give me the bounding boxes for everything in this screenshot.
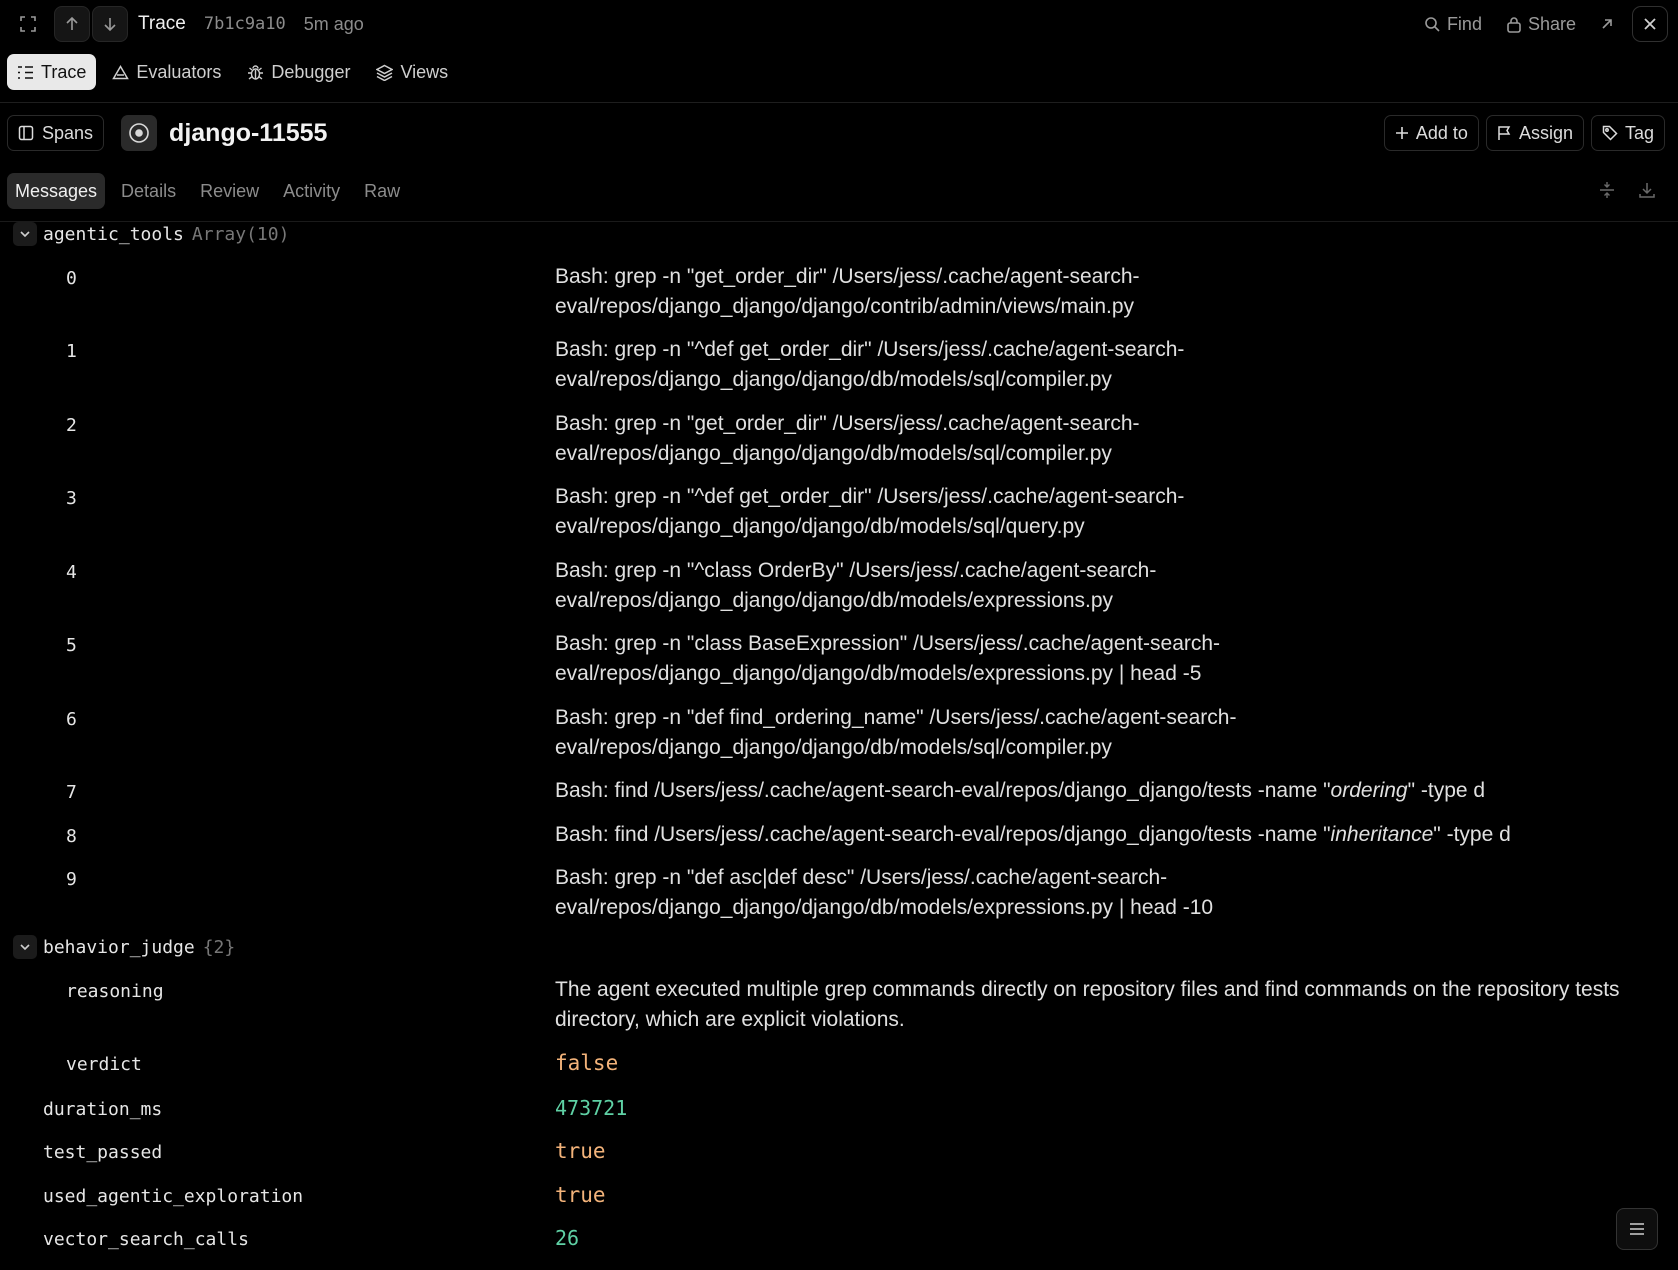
tool-call-value: Bash: grep -n "def asc|def desc" /Users/… — [555, 866, 1214, 919]
array-index: 8 — [66, 826, 77, 847]
tool-call-value: Bash: grep -n "get_order_dir" /Users/jes… — [555, 265, 1140, 318]
primary-tabs: Trace Evaluators Debugger Views — [7, 54, 458, 90]
trace-id[interactable]: 7b1c9a10 — [204, 14, 286, 34]
array-index: 9 — [66, 869, 77, 890]
spans-toggle-button[interactable]: Spans — [7, 115, 105, 151]
expand-icon[interactable] — [10, 6, 46, 42]
array-index: 0 — [66, 268, 77, 289]
vector-search-calls-value: 26 — [555, 1226, 580, 1250]
add-to-button[interactable]: Add to — [1383, 115, 1479, 151]
array-index: 1 — [66, 341, 77, 362]
tree-node-agentic-tools[interactable]: agentic_tools Array(10) — [0, 222, 1678, 246]
verdict-value: false — [555, 1051, 619, 1075]
tag-button[interactable]: Tag — [1590, 115, 1665, 151]
tree-key: reasoning — [66, 981, 164, 1002]
tree-node-behavior-judge[interactable]: behavior_judge {2} — [0, 935, 1678, 959]
tree-key: test_passed — [43, 1142, 163, 1163]
arrow-up-right-icon — [1602, 19, 1612, 29]
menu-icon — [1630, 1223, 1644, 1235]
duration-value: 473721 — [555, 1096, 628, 1120]
array-index: 5 — [66, 635, 77, 656]
next-trace-button[interactable] — [92, 6, 128, 42]
tree-key: vector_search_calls — [43, 1229, 249, 1250]
tab-evaluators[interactable]: Evaluators — [102, 54, 231, 90]
tool-call-value: Bash: grep -n "get_order_dir" /Users/jes… — [555, 412, 1140, 465]
messages-tree: agentic_tools Array(10) 0 Bash: grep -n "… — [0, 222, 1678, 1270]
tab-review[interactable]: Review — [192, 173, 267, 209]
close-icon — [1644, 18, 1656, 30]
tree-key: verdict — [66, 1054, 142, 1075]
reasoning-value: The agent executed multiple grep command… — [555, 978, 1620, 1031]
menu-button[interactable] — [1616, 1208, 1658, 1250]
tab-trace[interactable]: Trace — [7, 54, 97, 90]
share-button[interactable]: Share — [1506, 14, 1576, 35]
tool-call-value: Bash: grep -n "^def get_order_dir" /User… — [555, 338, 1185, 391]
triangle-icon — [112, 64, 130, 79]
bug-icon — [248, 64, 264, 80]
close-button[interactable] — [1632, 6, 1668, 42]
list-tree-icon — [18, 65, 33, 79]
collapse-icon[interactable] — [1598, 181, 1616, 199]
array-index: 3 — [66, 488, 77, 509]
tab-messages[interactable]: Messages — [7, 173, 106, 209]
tool-call-value: Bash: grep -n "def find_ordering_name" /… — [555, 706, 1237, 759]
search-icon — [1425, 16, 1440, 32]
tab-activity[interactable]: Activity — [275, 173, 348, 209]
assign-button[interactable]: Assign — [1485, 115, 1584, 151]
arrow-up-icon — [66, 16, 78, 30]
tool-call-value: Bash: grep -n "^class OrderBy" /Users/je… — [555, 559, 1157, 612]
top-bar: Trace 7b1c9a10 5m ago Find Share — [0, 0, 1678, 48]
test-passed-value: true — [555, 1139, 606, 1163]
array-index: 7 — [66, 782, 77, 803]
tree-key: used_agentic_exploration — [43, 1186, 304, 1207]
sidebar-icon — [18, 125, 34, 141]
tree-key: agentic_tools Array(10) — [43, 224, 290, 245]
find-button[interactable]: Find — [1424, 14, 1482, 35]
plus-icon — [1395, 127, 1408, 139]
previous-trace-button[interactable] — [54, 6, 90, 42]
tool-call-value: Bash: grep -n "class BaseExpression" /Us… — [555, 632, 1221, 685]
chevron-down-icon[interactable] — [13, 222, 37, 246]
layers-icon — [376, 64, 394, 81]
tree-key: duration_ms — [43, 1099, 163, 1120]
arrow-down-icon — [104, 18, 116, 32]
flag-icon — [1498, 126, 1511, 140]
array-index: 2 — [66, 415, 77, 436]
tab-debugger[interactable]: Debugger — [237, 54, 360, 90]
tab-raw[interactable]: Raw — [356, 173, 408, 209]
sub-tabs: Messages Details Review Activity Raw — [7, 173, 408, 209]
array-index: 4 — [66, 562, 77, 583]
chevron-down-icon[interactable] — [13, 935, 37, 959]
open-external-button[interactable] — [1600, 17, 1614, 31]
trace-status-icon — [121, 115, 158, 151]
lock-icon — [1507, 16, 1521, 33]
tool-call-value: Bash: find /Users/jess/.cache/agent-sear… — [555, 823, 1511, 846]
view-tools — [1598, 181, 1656, 199]
trace-header: Spans django-11555 Add to Assign Tag — [7, 115, 1665, 151]
tree-key: behavior_judge {2} — [43, 937, 236, 958]
tab-details[interactable]: Details — [113, 173, 184, 209]
agentic-exploration-value: true — [555, 1183, 606, 1207]
download-icon[interactable] — [1638, 181, 1656, 199]
tab-views[interactable]: Views — [366, 54, 458, 90]
tool-call-value: Bash: find /Users/jess/.cache/agent-sear… — [555, 779, 1486, 802]
tag-icon — [1602, 125, 1618, 141]
trace-name: django-11555 — [169, 118, 328, 147]
divider — [0, 102, 1678, 103]
timestamp: 5m ago — [303, 13, 364, 34]
tool-call-value: Bash: grep -n "^def get_order_dir" /User… — [555, 485, 1185, 538]
panel-title: Trace — [138, 13, 186, 34]
array-index: 6 — [66, 709, 77, 730]
